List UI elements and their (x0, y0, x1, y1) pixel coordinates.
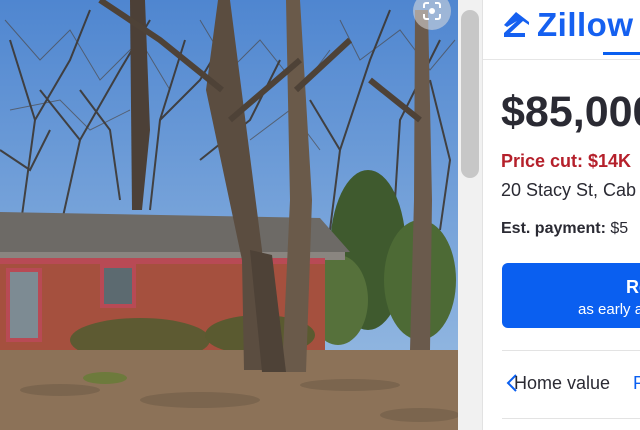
listing-address[interactable]: 20 Stacy St, Cab (501, 180, 636, 201)
brand-name: Zillow (537, 6, 634, 43)
image-search-icon (423, 1, 441, 20)
zillow-logo-icon (504, 12, 529, 37)
tabs-divider (502, 418, 640, 419)
listing-photo[interactable] (0, 0, 458, 430)
est-payment-label: Est. payment: (501, 220, 606, 237)
tab-home-value[interactable]: Home value (514, 373, 610, 394)
header-divider (483, 59, 640, 60)
section-divider (502, 350, 640, 351)
house-photo (0, 0, 458, 430)
zillow-logo[interactable]: Zillow (501, 6, 634, 44)
request-tour-button[interactable]: Re as early a (502, 263, 640, 328)
photo-scrollbar-thumb[interactable] (461, 10, 479, 178)
estimated-payment[interactable]: Est. payment: $5 (501, 220, 628, 238)
cta-subtitle: as early a (578, 301, 640, 318)
est-payment-value: $5 (605, 220, 629, 237)
tab-next[interactable]: P (633, 373, 640, 394)
listing-price: $85,000 (501, 88, 640, 136)
detail-tabs: Home value P (502, 364, 640, 404)
price-cut-label: Price cut: $14K (501, 151, 632, 171)
active-tab-indicator (603, 52, 640, 55)
listing-panel: Zillow $85,000 Price cut: $14K 20 Stacy … (483, 0, 640, 430)
cta-title: Re (626, 277, 640, 297)
